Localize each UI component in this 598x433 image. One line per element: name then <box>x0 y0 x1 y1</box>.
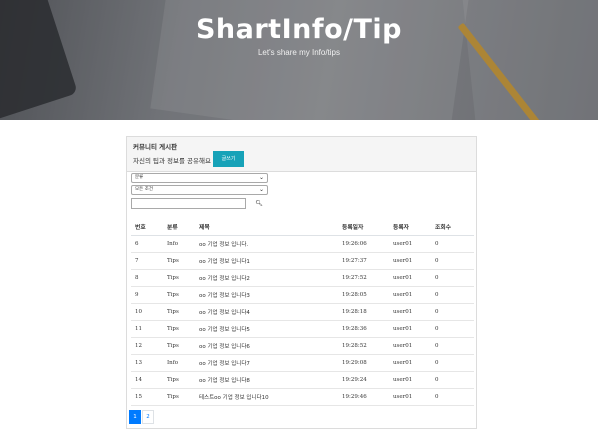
table-row[interactable]: 8 Tips oo 기업 정보 입니다2 19:27:52 user01 0 <box>131 269 474 287</box>
post-number: 9 <box>131 286 163 304</box>
table-row[interactable]: 9 Tips oo 기업 정보 입니다3 19:28:05 user01 0 <box>131 286 474 304</box>
category-select[interactable]: 분류 ⌄ <box>131 173 268 183</box>
post-category: Tips <box>163 252 195 270</box>
post-views: 0 <box>431 371 474 390</box>
post-number: 13 <box>131 354 163 373</box>
site-title: ShartInfo/Tip <box>195 14 403 45</box>
post-views: 0 <box>431 337 474 356</box>
post-number: 7 <box>131 252 163 270</box>
column-header-number: 번호 <box>131 218 163 236</box>
column-header-author: 등록자 <box>389 218 431 236</box>
post-title-link[interactable]: oo 기업 정보 입니다6 <box>195 337 338 356</box>
post-number: 14 <box>131 371 163 390</box>
table-row[interactable]: 10 Tips oo 기업 정보 입니다4 19:28:18 user01 0 <box>131 303 474 321</box>
chevron-down-icon: ⌄ <box>258 174 264 181</box>
post-number: 8 <box>131 269 163 287</box>
post-views: 0 <box>431 354 474 373</box>
post-date: 19:26:06 <box>338 235 389 253</box>
post-title-link[interactable]: oo 기업 정보 입니다7 <box>195 354 338 373</box>
post-number: 11 <box>131 320 163 339</box>
post-title-link[interactable]: oo 기업 정보 입니다1 <box>195 252 338 270</box>
table-row[interactable]: 12 Tips oo 기업 정보 입니다6 19:28:52 user01 0 <box>131 337 474 356</box>
post-category: Tips <box>163 371 195 390</box>
post-views: 0 <box>431 235 474 253</box>
table-header-row: 번호 분류 제목 등록일자 등록자 조회수 <box>131 218 474 236</box>
post-author: user01 <box>389 286 431 304</box>
post-author: user01 <box>389 337 431 356</box>
post-date: 19:27:52 <box>338 269 389 287</box>
post-title-link[interactable]: oo 기업 정보 입니다. <box>195 235 338 253</box>
column-header-date: 등록일자 <box>338 218 389 236</box>
post-author: user01 <box>389 320 431 339</box>
post-title-link[interactable]: oo 기업 정보 입니다4 <box>195 303 338 321</box>
post-views: 0 <box>431 388 474 407</box>
page-link-1[interactable]: 1 <box>129 410 141 424</box>
table-row[interactable]: 13 Info oo 기업 정보 입니다7 19:29:08 user01 0 <box>131 354 474 373</box>
post-category: Tips <box>163 286 195 304</box>
post-title-link[interactable]: oo 기업 정보 입니다2 <box>195 269 338 287</box>
post-date: 19:29:46 <box>338 388 389 407</box>
site-subtitle: Let's share my Info/tips <box>257 48 340 57</box>
post-author: user01 <box>389 354 431 373</box>
sort-condition-select-value: 모든 조건 <box>135 187 153 192</box>
board-description: 자신의 팁과 정보를 공유해요 <box>133 157 211 165</box>
post-title-link[interactable]: oo 기업 정보 입니다8 <box>195 371 338 390</box>
post-author: user01 <box>389 371 431 390</box>
page-link-2[interactable]: 2 <box>142 410 154 424</box>
post-views: 0 <box>431 252 474 270</box>
post-category: Info <box>163 354 195 373</box>
table-row[interactable]: 15 Tips 테스트oo 기업 정보 입니다10 19:29:46 user0… <box>131 388 474 407</box>
post-date: 19:27:37 <box>338 252 389 270</box>
table-row[interactable]: 11 Tips oo 기업 정보 입니다5 19:28:36 user01 0 <box>131 320 474 339</box>
post-title-link[interactable]: oo 기업 정보 입니다3 <box>195 286 338 304</box>
sort-condition-select[interactable]: 모든 조건 ⌄ <box>131 185 268 195</box>
search-button[interactable]: 🔍︎ <box>253 198 265 209</box>
search-input[interactable] <box>131 198 246 209</box>
post-category: Info <box>163 235 195 253</box>
write-post-button[interactable]: 글쓰기 <box>213 151 244 167</box>
column-header-title: 제목 <box>195 218 338 236</box>
post-views: 0 <box>431 269 474 287</box>
chevron-down-icon: ⌄ <box>258 186 264 193</box>
post-date: 19:29:08 <box>338 354 389 373</box>
community-board-panel: 커뮤니티 게시판 자신의 팁과 정보를 공유해요 글쓰기 분류 ⌄ 모든 조건 … <box>126 136 477 429</box>
post-author: user01 <box>389 303 431 321</box>
post-number: 15 <box>131 388 163 407</box>
column-header-category: 분류 <box>163 218 195 236</box>
post-date: 19:28:52 <box>338 337 389 356</box>
post-date: 19:28:05 <box>338 286 389 304</box>
table-row[interactable]: 14 Tips oo 기업 정보 입니다8 19:29:24 user01 0 <box>131 371 474 390</box>
table-row[interactable]: 7 Tips oo 기업 정보 입니다1 19:27:37 user01 0 <box>131 252 474 270</box>
post-date: 19:28:36 <box>338 320 389 339</box>
post-number: 10 <box>131 303 163 321</box>
post-title-link[interactable]: oo 기업 정보 입니다5 <box>195 320 338 339</box>
post-date: 19:28:18 <box>338 303 389 321</box>
post-author: user01 <box>389 252 431 270</box>
post-author: user01 <box>389 388 431 407</box>
post-category: Tips <box>163 337 195 356</box>
post-views: 0 <box>431 286 474 304</box>
post-category: Tips <box>163 303 195 321</box>
table-row[interactable]: 6 Info oo 기업 정보 입니다. 19:26:06 user01 0 <box>131 235 474 253</box>
post-author: user01 <box>389 235 431 253</box>
post-author: user01 <box>389 269 431 287</box>
post-number: 12 <box>131 337 163 356</box>
post-number: 6 <box>131 235 163 253</box>
post-table: 번호 분류 제목 등록일자 등록자 조회수 6 Info oo 기업 정보 입니… <box>131 218 474 407</box>
hero-banner: ShartInfo/Tip Let's share my Info/tips <box>0 0 598 120</box>
post-views: 0 <box>431 303 474 321</box>
column-header-views: 조회수 <box>431 218 474 236</box>
post-date: 19:29:24 <box>338 371 389 390</box>
post-category: Tips <box>163 320 195 339</box>
board-header: 커뮤니티 게시판 자신의 팁과 정보를 공유해요 글쓰기 <box>127 137 476 172</box>
post-category: Tips <box>163 269 195 287</box>
post-views: 0 <box>431 320 474 339</box>
post-category: Tips <box>163 388 195 407</box>
category-select-value: 분류 <box>135 175 144 180</box>
search-icon: 🔍︎ <box>255 200 263 207</box>
post-title-link[interactable]: 테스트oo 기업 정보 입니다10 <box>195 388 338 407</box>
board-title: 커뮤니티 게시판 <box>133 143 178 151</box>
